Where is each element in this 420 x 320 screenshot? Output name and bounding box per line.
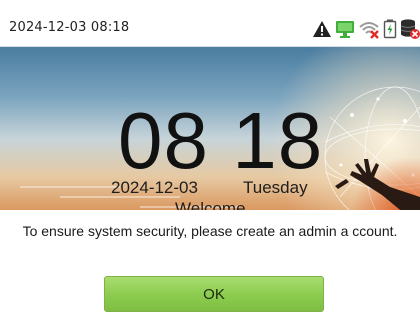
ok-button[interactable]: OK [104, 276, 324, 312]
clock-time: 08 18 [118, 96, 324, 185]
status-datetime: 2024-12-03 08:18 [9, 20, 130, 35]
dialog-message: To ensure system security, please create… [22, 223, 398, 239]
status-icons [312, 17, 420, 41]
clock-day: Tuesday [243, 178, 308, 197]
security-dialog: To ensure system security, please create… [0, 210, 420, 320]
wallpaper-clock-area: 08 18 2024-12-03 Tuesday Welcome [0, 47, 420, 214]
device-screen: 2024-12-03 08:18 08 18 2024-12-03 Tuesda… [0, 0, 420, 320]
server-disconnected-icon [400, 18, 420, 40]
wifi-disconnected-icon [358, 19, 380, 39]
warning-icon [312, 20, 332, 38]
clock-date: 2024-12-03 [111, 178, 198, 197]
network-connected-icon [335, 19, 355, 39]
battery-icon [383, 19, 397, 39]
